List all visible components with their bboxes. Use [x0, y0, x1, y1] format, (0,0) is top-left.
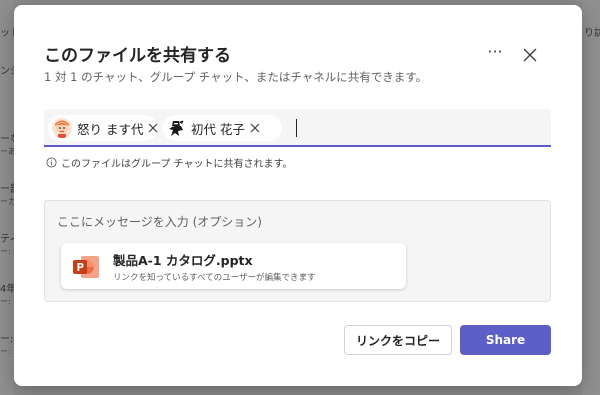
dialog-title: このファイルを共有する	[44, 46, 231, 66]
recipient-chip[interactable]: 怒り ます代	[48, 115, 158, 141]
share-file-dialog: このファイルを共有する 1 対 1 のチャット、グループ チャット、またはチャネ…	[14, 5, 582, 386]
info-icon	[46, 157, 57, 168]
background-right-panel: り訪	[582, 0, 600, 395]
copy-link-button[interactable]: リンクをコピー	[344, 325, 452, 355]
recipient-name: 怒り ます代	[77, 121, 144, 137]
file-card[interactable]: 製品A-1 カタログ.pptx リンクを知っているすべてのユーザーが編集できます	[61, 243, 406, 289]
message-input[interactable]: ここにメッセージを入力 (オプション) 製品A-1 カタログ.pptx リンクを…	[44, 200, 551, 302]
more-options-button[interactable]: ···	[484, 44, 506, 65]
recipient-picker[interactable]: 怒り ます代 初代 花子	[44, 109, 551, 147]
ninja-avatar-icon	[166, 118, 186, 138]
close-icon	[523, 48, 537, 62]
bg-fragment: り訪	[584, 28, 600, 39]
close-button[interactable]	[520, 45, 540, 65]
chevron-down-icon[interactable]	[299, 273, 307, 279]
recipient-name: 初代 花子	[191, 121, 245, 137]
share-button[interactable]: Share	[460, 325, 551, 355]
text-cursor	[296, 119, 297, 137]
background-left-panel: ット ンジ ーな ーあ ー部 ーカ ティ ー: 秘 4年 ー: 7 ー: て ー…	[0, 0, 27, 395]
remove-recipient-icon[interactable]	[249, 122, 261, 134]
person-avatar-icon	[52, 118, 72, 138]
powerpoint-icon	[73, 256, 99, 278]
recipient-chip[interactable]: 初代 花子	[162, 115, 282, 141]
info-text: このファイルはグループ チャットに共有されます。	[61, 159, 293, 170]
file-name: 製品A-1 カタログ.pptx	[113, 253, 253, 268]
link-permission-dropdown[interactable]: リンクを知っているすべてのユーザーが編集できます	[113, 271, 315, 283]
info-row: このファイルはグループ チャットに共有されます。	[46, 155, 292, 170]
remove-recipient-icon[interactable]	[147, 122, 159, 134]
message-placeholder: ここにメッセージを入力 (オプション)	[57, 215, 262, 229]
dialog-subtitle: 1 対 1 のチャット、グループ チャット、またはチャネルに共有できます。	[44, 70, 428, 84]
